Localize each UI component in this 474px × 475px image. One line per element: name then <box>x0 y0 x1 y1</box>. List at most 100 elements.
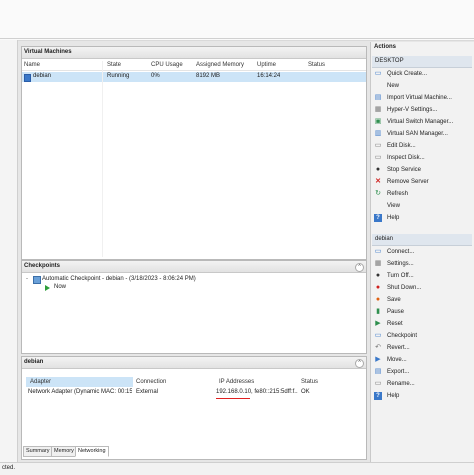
connect-icon: ▭ <box>374 248 382 255</box>
adapter-status: OK <box>301 389 310 395</box>
edit-disk-icon: ▭ <box>374 142 382 149</box>
quick-create-icon: ▭ <box>374 70 382 77</box>
tab-networking[interactable]: Networking <box>75 446 109 457</box>
col-cpu-usage[interactable]: CPU Usage <box>151 61 183 70</box>
col-adapter: Adapter <box>30 379 52 385</box>
new-icon <box>374 82 382 90</box>
col-name[interactable]: Name <box>24 61 40 70</box>
actions-pane: Actions DESKTOP ▭ Quick Create... New ▤ Im… <box>370 42 474 462</box>
col-connection[interactable]: Connection <box>136 377 166 387</box>
checkpoint-now[interactable]: Now <box>54 283 66 292</box>
turn-off-action[interactable]: ● Turn Off... <box>373 270 469 282</box>
view-action[interactable]: View <box>373 200 469 212</box>
top-divider <box>0 38 474 39</box>
connect-action[interactable]: ▭ Connect... <box>373 246 469 258</box>
reset-icon: ▶ <box>375 320 381 327</box>
shut-down-action[interactable]: ● Shut Down... <box>373 282 469 294</box>
network-table-header: Adapter Connection IP Addresses Status <box>26 377 356 387</box>
adapter-name: Network Adapter (Dynamic MAC: 00:15:... <box>28 389 132 395</box>
adapter-connection: External <box>136 389 159 395</box>
col-ip-addresses[interactable]: IP Addresses <box>219 377 254 387</box>
inspect-disk-action[interactable]: ▭ Inspect Disk... <box>373 152 469 164</box>
rename-action[interactable]: ▭ Rename... <box>373 378 469 390</box>
reset-action[interactable]: ▶ Reset <box>373 318 469 330</box>
edit-disk-action[interactable]: ▭ Edit Disk... <box>373 140 469 152</box>
switch-icon: ▣ <box>374 118 382 125</box>
collapse-up-icon[interactable]: ^ <box>355 263 364 272</box>
vm-help-action[interactable]: ? Help <box>373 390 469 402</box>
col-status[interactable]: Status <box>301 377 318 387</box>
tree-collapse-icon[interactable]: - <box>26 276 31 282</box>
stop-service-action[interactable]: ● Stop Service <box>373 164 469 176</box>
view-icon <box>374 202 382 210</box>
actions-title: Actions <box>374 44 397 50</box>
move-icon: ▶ <box>375 356 381 363</box>
export-icon: ▤ <box>374 368 382 375</box>
import-vm-action[interactable]: ▤ Import Virtual Machine... <box>373 92 469 104</box>
checkpoint-icon: ▭ <box>374 332 382 339</box>
host-section-header[interactable]: DESKTOP <box>372 56 472 68</box>
ip-underline <box>216 398 250 399</box>
checkpoint-icon <box>33 276 41 284</box>
top-band <box>0 0 474 41</box>
new-action[interactable]: New <box>373 80 469 92</box>
export-action[interactable]: ▤ Export... <box>373 366 469 378</box>
details-title: debian <box>22 357 366 369</box>
help-action[interactable]: ? Help <box>373 212 469 224</box>
navigation-strip <box>0 40 18 474</box>
adapter-ip: 192.168.0.10, fe80::215:5dff:f... <box>216 389 298 395</box>
collapse-up-icon[interactable]: ^ <box>355 359 364 368</box>
pause-icon: ▮ <box>376 308 380 315</box>
settings-icon: ▦ <box>374 260 382 267</box>
quick-create-action[interactable]: ▭ Quick Create... <box>373 68 469 80</box>
status-bar: cted. <box>0 462 474 475</box>
san-icon: ▥ <box>374 130 382 137</box>
checkpoint-action[interactable]: ▭ Checkpoint <box>373 330 469 342</box>
help-icon: ? <box>374 392 382 400</box>
refresh-icon: ↻ <box>375 190 381 197</box>
help-icon: ? <box>374 214 382 222</box>
status-text: cted. <box>2 465 16 471</box>
remove-server-action[interactable]: ✕ Remove Server <box>373 176 469 188</box>
move-action[interactable]: ▶ Move... <box>373 354 469 366</box>
virtual-machines-title: Virtual Machines <box>22 47 366 59</box>
save-action[interactable]: ● Save <box>373 294 469 306</box>
vm-uptime: 16:14:24 <box>257 73 281 79</box>
shut-down-icon: ● <box>375 284 381 291</box>
vm-state: Running <box>107 73 130 79</box>
vm-memory: 8192 MB <box>196 73 221 79</box>
vm-cpu: 0% <box>151 73 160 79</box>
vm-table-header: Name State CPU Usage Assigned Memory Upt… <box>22 61 366 71</box>
inspect-disk-icon: ▭ <box>374 154 382 161</box>
tab-summary[interactable]: Summary <box>23 446 53 457</box>
col-uptime[interactable]: Uptime <box>257 61 276 70</box>
col-assigned-memory[interactable]: Assigned Memory <box>196 61 244 70</box>
table-row[interactable]: Network Adapter (Dynamic MAC: 00:15:... … <box>26 388 356 397</box>
settings-icon: ▦ <box>374 106 382 113</box>
tab-memory[interactable]: Memory <box>51 446 77 457</box>
vm-name: debian <box>33 73 52 79</box>
refresh-action[interactable]: ↻ Refresh <box>373 188 469 200</box>
save-icon: ● <box>375 296 381 303</box>
virtual-switch-action[interactable]: ▣ Virtual Switch Manager... <box>373 116 469 128</box>
settings-action[interactable]: ▦ Settings... <box>373 258 469 270</box>
revert-action[interactable]: ↶ Revert... <box>373 342 469 354</box>
virtual-machines-panel: Virtual Machines Name State CPU Usage As… <box>21 46 367 260</box>
col-status[interactable]: Status <box>308 61 325 70</box>
vm-icon <box>24 74 31 82</box>
details-panel: debian ^ Adapter Connection IP Addresses… <box>21 356 367 460</box>
rename-icon: ▭ <box>374 380 382 387</box>
col-state[interactable]: State <box>107 61 121 70</box>
checkpoints-panel: Checkpoints ^ - Automatic Checkpoint - d… <box>21 260 367 354</box>
vm-section-header[interactable]: debian <box>372 234 472 246</box>
turn-off-icon: ● <box>375 272 381 279</box>
import-icon: ▤ <box>374 94 382 101</box>
pause-action[interactable]: ▮ Pause <box>373 306 469 318</box>
virtual-san-action[interactable]: ▥ Virtual SAN Manager... <box>373 128 469 140</box>
play-icon <box>45 285 50 291</box>
hyperv-settings-action[interactable]: ▦ Hyper-V Settings... <box>373 104 469 116</box>
table-row[interactable]: debian Running 0% 8192 MB 16:14:24 <box>22 72 366 82</box>
revert-icon: ↶ <box>375 344 381 351</box>
column-divider <box>102 61 103 257</box>
checkpoints-title: Checkpoints <box>22 261 366 273</box>
